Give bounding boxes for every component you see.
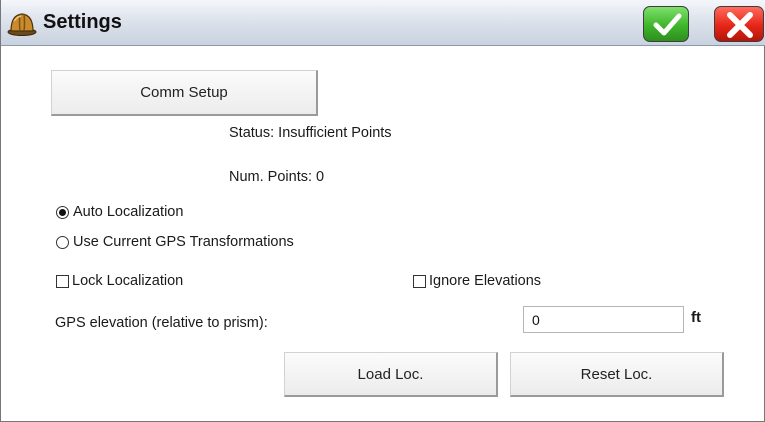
checkbox[interactable] (56, 274, 69, 288)
settings-window: Settings Comm Setup Status: Insufficient… (0, 0, 765, 422)
close-x-icon (727, 12, 753, 38)
auto-localization-radio[interactable]: Auto Localization (56, 204, 183, 220)
use-current-gps-label: Use Current GPS Transformations (73, 234, 294, 250)
radio-button[interactable] (56, 235, 69, 249)
radio-button-selected[interactable] (56, 205, 69, 219)
checkmark-icon (653, 13, 682, 36)
load-loc-button[interactable]: Load Loc. (284, 352, 498, 397)
ignore-elevations-checkbox[interactable]: Ignore Elevations (413, 273, 541, 289)
window-title: Settings (43, 11, 122, 33)
cancel-button[interactable] (714, 6, 764, 42)
comm-setup-button[interactable]: Comm Setup (51, 70, 318, 116)
ignore-elevations-label: Ignore Elevations (429, 273, 542, 289)
lock-localization-checkbox[interactable]: Lock Localization (56, 273, 183, 289)
reset-loc-button[interactable]: Reset Loc. (510, 352, 724, 397)
gps-elevation-input[interactable] (523, 306, 684, 333)
use-current-gps-radio[interactable]: Use Current GPS Transformations (56, 234, 294, 250)
title-bar: Settings (1, 0, 765, 46)
num-points-text: Num. Points: 0 (229, 169, 325, 185)
ok-button[interactable] (643, 6, 689, 42)
lock-localization-label: Lock Localization (72, 273, 184, 289)
hard-hat-icon (7, 9, 37, 37)
auto-localization-label: Auto Localization (73, 204, 184, 220)
gps-elevation-label: GPS elevation (relative to prism): (55, 315, 268, 331)
status-text: Status: Insufficient Points (229, 125, 392, 141)
unit-label: ft (691, 309, 701, 326)
checkbox[interactable] (413, 274, 426, 288)
